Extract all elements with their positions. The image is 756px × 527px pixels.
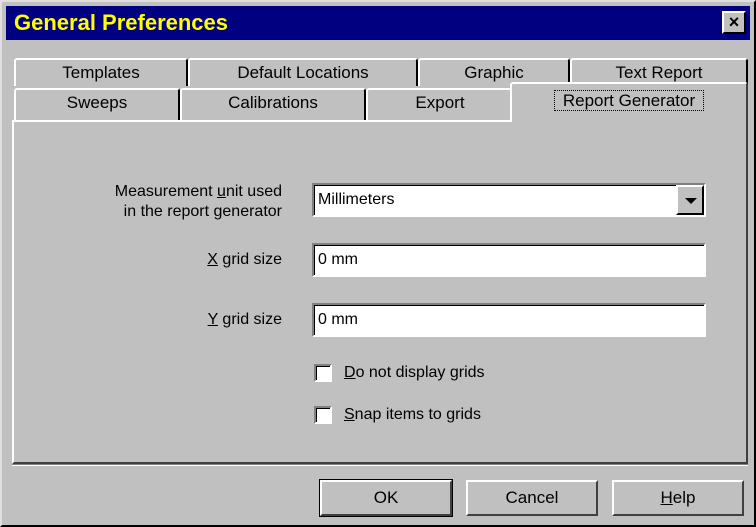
measurement-unit-select[interactable]: Millimeters — [312, 183, 706, 217]
tab-label: Text Report — [615, 63, 703, 82]
snap-to-grid-checkbox[interactable] — [314, 406, 332, 424]
tab-calibrations[interactable]: Calibrations — [180, 88, 366, 120]
help-button[interactable]: Help — [612, 480, 744, 516]
tab-label: Templates — [62, 63, 140, 82]
no-grid-checkbox[interactable] — [314, 364, 332, 382]
no-grid-label[interactable]: Do not display grids — [344, 363, 485, 383]
x-grid-value: 0 mm — [318, 251, 358, 268]
tab-sweeps[interactable]: Sweeps — [14, 88, 180, 120]
tab-label: Sweeps — [66, 93, 128, 112]
tab-export[interactable]: Export — [366, 88, 514, 120]
tab-label: Default Locations — [237, 63, 369, 82]
chevron-down-icon[interactable] — [676, 185, 704, 215]
cancel-button[interactable]: Cancel — [466, 480, 598, 516]
tab-report-generator[interactable]: Report Generator — [510, 82, 748, 122]
tab-default-locations[interactable]: Default Locations — [188, 58, 418, 86]
panel-top-edge — [12, 120, 510, 122]
ok-button[interactable]: OK — [319, 479, 453, 517]
snap-to-grid-label[interactable]: Snap items to grids — [344, 405, 481, 425]
x-grid-size-label: X grid size — [207, 251, 282, 268]
dialog-title: General Preferences — [14, 10, 229, 35]
preferences-dialog: General Preferences × Templates Default … — [0, 0, 756, 527]
tab-label: Calibrations — [228, 93, 318, 112]
tab-label: Export — [415, 93, 465, 112]
tab-label: Graphic — [464, 63, 524, 82]
y-grid-size-label: Y grid size — [207, 311, 282, 328]
tab-templates[interactable]: Templates — [14, 58, 188, 86]
tab-label: Report Generator — [553, 90, 705, 111]
title-bar: General Preferences × — [6, 6, 750, 40]
selected-unit: Millimeters — [318, 191, 395, 208]
close-button[interactable]: × — [722, 11, 746, 34]
x-grid-size-input[interactable]: 0 mm — [312, 243, 706, 277]
cancel-label: Cancel — [505, 488, 559, 507]
y-grid-size-input[interactable]: 0 mm — [312, 303, 706, 337]
close-icon: × — [728, 12, 740, 32]
ok-label: OK — [373, 488, 399, 507]
y-grid-value: 0 mm — [318, 311, 358, 328]
measurement-unit-label: Measurement unit used in the report gene… — [114, 183, 282, 220]
separator-highlight — [12, 465, 748, 466]
